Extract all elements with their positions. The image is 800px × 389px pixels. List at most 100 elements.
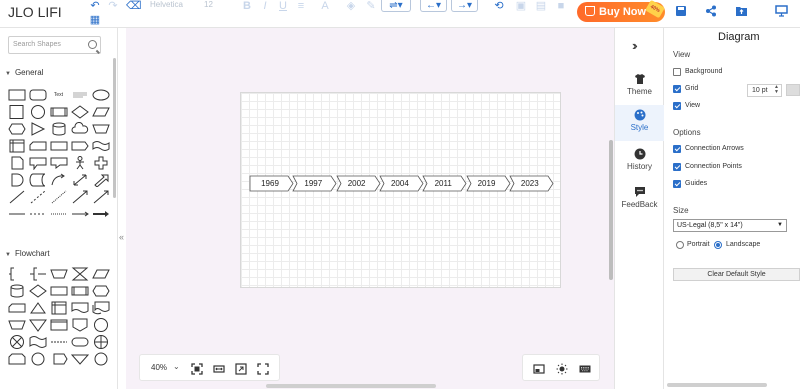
shape-wave[interactable] <box>90 137 111 154</box>
portrait-radio[interactable] <box>676 241 684 249</box>
flow-delay[interactable] <box>69 282 90 299</box>
shape-h-arrow[interactable] <box>69 205 90 222</box>
timeline-arrow[interactable]: 1969 <box>249 175 294 192</box>
flow-annotation-2[interactable] <box>27 265 48 282</box>
shape-rectangle[interactable] <box>6 86 27 103</box>
connection-arrows-checkbox[interactable] <box>673 145 681 153</box>
table-icon[interactable]: ▦ <box>88 14 102 26</box>
shape-arrow-line-2[interactable] <box>90 188 111 205</box>
grid-checkbox[interactable] <box>673 85 681 93</box>
timeline-arrow[interactable]: 2004 <box>379 175 424 192</box>
actual-size-icon[interactable] <box>235 362 247 375</box>
timeline-arrow[interactable]: 2011 <box>422 175 467 192</box>
timeline-arrow[interactable]: 1997 <box>292 175 337 192</box>
shape-cloud[interactable] <box>69 120 90 137</box>
document-title[interactable]: JLO LIFI <box>8 4 62 20</box>
fullscreen-icon[interactable] <box>257 362 269 375</box>
grid-color-swatch[interactable] <box>786 84 800 96</box>
flow-internal-storage[interactable] <box>48 299 69 316</box>
flow-manual-input[interactable] <box>48 265 69 282</box>
save-icon[interactable] <box>674 5 688 19</box>
flow-manual-op[interactable] <box>6 316 27 333</box>
view-checkbox[interactable] <box>673 102 681 110</box>
flow-multi-doc[interactable] <box>90 299 111 316</box>
guides-checkbox[interactable] <box>673 180 681 188</box>
font-family-select[interactable]: Helvetica <box>150 0 195 10</box>
present-icon[interactable] <box>774 5 788 19</box>
shape-textbox[interactable] <box>69 86 90 103</box>
shape-parallelogram[interactable] <box>90 103 111 120</box>
shape-h-line[interactable] <box>6 205 27 222</box>
font-color-icon[interactable]: A <box>318 0 332 12</box>
format-painter-icon[interactable]: ⌫ <box>126 0 142 12</box>
line-color-icon[interactable]: ✎ <box>364 0 378 12</box>
shape-dashed-line[interactable] <box>27 188 48 205</box>
shape-card[interactable] <box>27 137 48 154</box>
keyboard-icon[interactable] <box>579 362 591 374</box>
grid-size-input[interactable]: 10 pt ▲ ▼ <box>747 84 782 97</box>
shape-note[interactable] <box>48 154 69 171</box>
shape-callout[interactable] <box>27 154 48 171</box>
flow-terminator[interactable] <box>69 333 90 350</box>
shape-circle[interactable] <box>27 103 48 120</box>
flow-extract[interactable] <box>27 299 48 316</box>
flow-arrow-down[interactable] <box>69 350 90 367</box>
shape-ellipse[interactable] <box>90 86 111 103</box>
landscape-radio[interactable] <box>714 241 722 249</box>
shape-h-dashed-line[interactable] <box>27 205 48 222</box>
replace-icon[interactable]: ⟲ <box>492 0 506 12</box>
flow-annotation[interactable] <box>6 265 27 282</box>
search-icon[interactable] <box>88 40 97 49</box>
collapse-panel-icon[interactable]: « <box>119 232 124 242</box>
flow-summing-junction[interactable] <box>6 333 27 350</box>
fill-color-icon[interactable]: ◈ <box>344 0 358 12</box>
canvas-vertical-scrollbar[interactable] <box>609 140 613 280</box>
flow-offpage[interactable] <box>69 316 90 333</box>
shape-actor[interactable] <box>69 154 90 171</box>
flow-circle-2[interactable] <box>90 350 111 367</box>
background-checkbox[interactable] <box>673 68 681 76</box>
shape-document[interactable] <box>6 154 27 171</box>
tab-history[interactable]: History <box>615 144 664 180</box>
flow-loop-limit[interactable] <box>6 350 27 367</box>
redo-icon[interactable]: ↷ <box>106 0 120 12</box>
shape-rounded-rectangle[interactable] <box>27 86 48 103</box>
flow-data[interactable] <box>90 265 111 282</box>
section-general[interactable]: ▼ General <box>5 68 43 77</box>
arrange-front-icon[interactable]: ▣ <box>514 0 528 12</box>
canvas-area[interactable]: 1969 1997 2002 2004 2011 2019 2023 40% ⌄ <box>126 28 614 389</box>
minimap-icon[interactable] <box>533 362 545 374</box>
flow-database[interactable] <box>6 282 27 299</box>
connector-style-dropdown[interactable]: ⇌▾ <box>381 0 411 12</box>
zoom-level[interactable]: 40% <box>151 363 167 372</box>
bold-icon[interactable]: B <box>240 0 254 12</box>
shape-square[interactable] <box>6 103 27 120</box>
section-flowchart[interactable]: ▼ Flowchart <box>5 249 50 258</box>
shapes-panel-scrollbar[interactable] <box>113 58 116 198</box>
arrange-back-icon[interactable]: ▤ <box>534 0 548 12</box>
flow-document[interactable] <box>69 299 90 316</box>
shape-text[interactable]: Text <box>48 86 69 103</box>
share-icon[interactable] <box>704 5 718 19</box>
flow-sort[interactable] <box>48 333 69 350</box>
connection-points-checkbox[interactable] <box>673 163 681 171</box>
canvas-horizontal-scrollbar[interactable] <box>266 384 436 388</box>
timeline-arrow[interactable]: 2002 <box>335 175 381 192</box>
shape-hexagon[interactable] <box>6 120 27 137</box>
shape-cylinder[interactable] <box>48 120 69 137</box>
shape-cross[interactable] <box>90 154 111 171</box>
shape-process[interactable] <box>48 103 69 120</box>
fit-page-icon[interactable] <box>191 362 203 375</box>
italic-icon[interactable]: I <box>258 0 272 12</box>
tab-feedback[interactable]: FeedBack <box>615 182 664 218</box>
flow-card[interactable] <box>6 299 27 316</box>
shape-step[interactable] <box>69 137 90 154</box>
line-end-dropdown[interactable]: →▾ <box>451 0 478 12</box>
diagram-page[interactable]: 1969 1997 2002 2004 2011 2019 2023 <box>240 92 561 288</box>
flow-hexagon[interactable] <box>90 282 111 299</box>
shape-bidirectional-arrow[interactable] <box>69 171 90 188</box>
shape-curved-arrow[interactable] <box>48 171 69 188</box>
chevron-down-icon[interactable]: ⌄ <box>173 362 180 371</box>
font-size-select[interactable]: 12 <box>204 0 229 10</box>
shape-h-thick-arrow[interactable] <box>90 205 111 222</box>
